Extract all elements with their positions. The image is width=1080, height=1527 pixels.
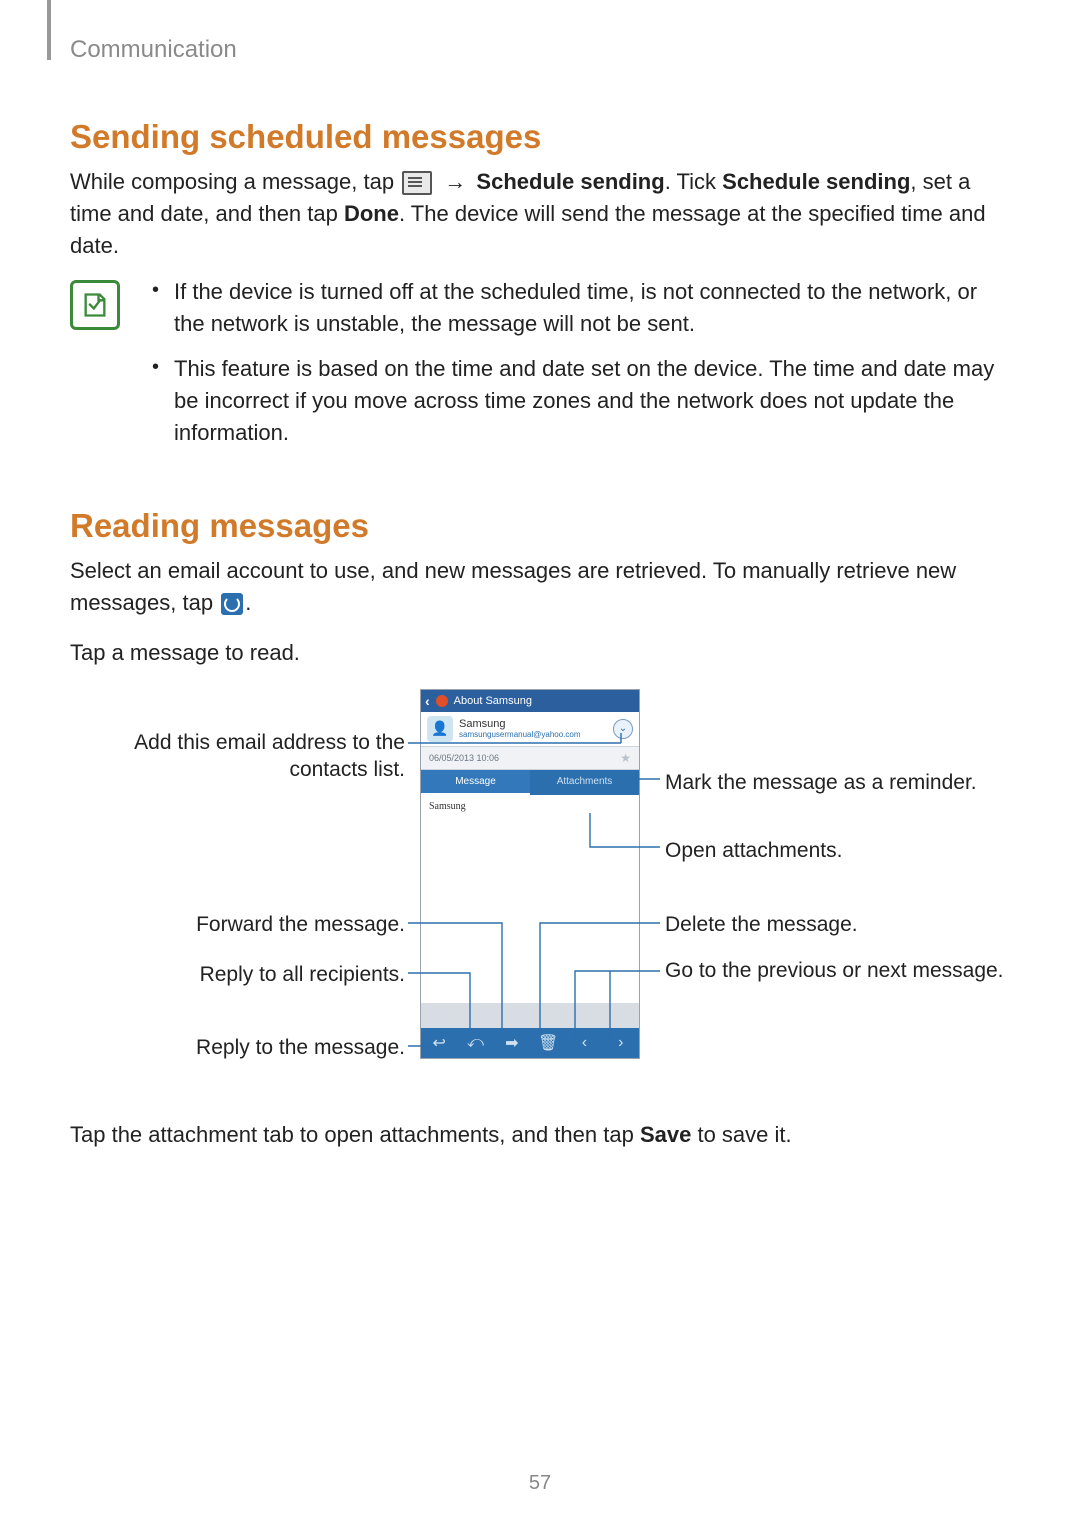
reply-icon[interactable]: ↩	[425, 1033, 453, 1053]
reply-all-icon[interactable]: ⤺	[461, 1034, 489, 1052]
para-attachment: Tap the attachment tab to open attachmen…	[70, 1119, 1010, 1151]
delete-icon[interactable]: 🗑	[534, 1033, 562, 1053]
diagram: ‹ About Samsung 👤 Samsung samsunguserman…	[70, 689, 1010, 1089]
text-bold: Schedule sending	[722, 169, 910, 194]
page-number: 57	[0, 1472, 1080, 1495]
message-date: 06/05/2013 10:06	[429, 753, 499, 763]
note-block: If the device is turned off at the sched…	[70, 276, 1010, 463]
app-icon	[436, 695, 448, 707]
text: . Tick	[665, 169, 722, 194]
app-titlebar: ‹ About Samsung	[421, 690, 639, 712]
callout-add-contact: Add this email address to the contacts l…	[70, 729, 405, 784]
callout-reply-all: Reply to all recipients.	[70, 961, 405, 988]
text: While composing a message, tap	[70, 169, 400, 194]
heading-scheduled: Sending scheduled messages	[70, 118, 1010, 156]
add-contact-button[interactable]: ⌄	[613, 719, 633, 739]
text: .	[245, 590, 251, 615]
sender-row: 👤 Samsung samsungusermanual@yahoo.com ⌄	[421, 712, 639, 747]
avatar: 👤	[427, 716, 453, 742]
heading-reading: Reading messages	[70, 507, 1010, 545]
callout-open-attachments: Open attachments.	[665, 837, 1005, 864]
sender-email: samsungusermanual@yahoo.com	[459, 730, 613, 739]
tab-attachments[interactable]: Attachments	[530, 770, 639, 795]
app-title: About Samsung	[454, 695, 532, 707]
callout-prev-next: Go to the previous or next message.	[665, 957, 1005, 984]
next-icon[interactable]: ›	[607, 1034, 635, 1052]
text-bold: Done	[344, 201, 399, 226]
text-bold: Save	[640, 1122, 691, 1147]
tabs: Message Attachments	[421, 770, 639, 795]
prev-icon[interactable]: ‹	[570, 1034, 598, 1052]
date-row: 06/05/2013 10:06 ★	[421, 747, 639, 770]
para-scheduled: While composing a message, tap → Schedul…	[70, 166, 1010, 262]
message-body: Samsung	[421, 795, 639, 1003]
para-reading-2: Tap a message to read.	[70, 637, 1010, 669]
toolbar: ↩ ⤺ ➡ 🗑 ‹ ›	[421, 1028, 639, 1058]
callout-reply: Reply to the message.	[70, 1034, 405, 1061]
text: to save it.	[691, 1122, 791, 1147]
star-icon[interactable]: ★	[620, 751, 631, 765]
text-bold: Schedule sending	[476, 169, 664, 194]
phone-screenshot: ‹ About Samsung 👤 Samsung samsunguserman…	[420, 689, 640, 1059]
sender-name: Samsung	[459, 718, 613, 730]
forward-icon[interactable]: ➡	[498, 1033, 526, 1053]
breadcrumb: Communication	[70, 36, 237, 64]
para-reading-1: Select an email account to use, and new …	[70, 555, 1010, 619]
refresh-icon	[221, 593, 243, 615]
back-icon[interactable]: ‹	[425, 693, 430, 709]
callout-mark-reminder: Mark the message as a reminder.	[665, 769, 1005, 796]
note-icon	[70, 280, 120, 330]
menu-icon	[402, 171, 432, 195]
text: Select an email account to use, and new …	[70, 558, 956, 615]
callout-forward: Forward the message.	[70, 911, 405, 938]
callout-delete: Delete the message.	[665, 911, 1005, 938]
note-item: If the device is turned off at the sched…	[160, 276, 1010, 340]
note-item: This feature is based on the time and da…	[160, 353, 1010, 449]
arrow-icon: →	[444, 169, 466, 194]
text: Tap the attachment tab to open attachmen…	[70, 1122, 640, 1147]
tab-message[interactable]: Message	[421, 770, 530, 795]
